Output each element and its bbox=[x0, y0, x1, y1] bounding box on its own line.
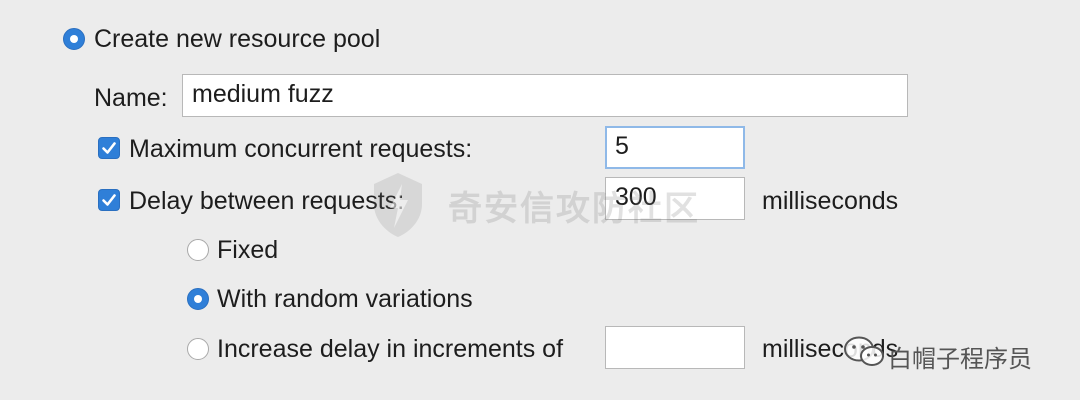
fixed-radio[interactable] bbox=[187, 239, 209, 261]
create-pool-label: Create new resource pool bbox=[94, 25, 381, 53]
delay-checkbox[interactable] bbox=[98, 189, 120, 211]
delay-label: Delay between requests: bbox=[129, 187, 405, 215]
max-concurrent-label: Maximum concurrent requests: bbox=[129, 135, 473, 163]
fixed-label: Fixed bbox=[217, 236, 279, 264]
footer-watermark-text: 白帽子程序员 bbox=[888, 346, 1032, 373]
name-label: Name: bbox=[94, 84, 168, 112]
name-input[interactable]: medium fuzz bbox=[182, 74, 908, 117]
max-concurrent-input[interactable]: 5 bbox=[605, 126, 745, 169]
max-concurrent-checkbox[interactable] bbox=[98, 137, 120, 159]
watermark-text: 奇安信攻防社区 bbox=[448, 190, 700, 228]
random-variations-radio[interactable] bbox=[187, 288, 209, 310]
wechat-icon bbox=[842, 334, 886, 370]
random-variations-label: With random variations bbox=[217, 285, 473, 313]
checkmark-icon bbox=[102, 142, 116, 154]
increase-delay-radio[interactable] bbox=[187, 338, 209, 360]
delay-unit-label: milliseconds bbox=[762, 187, 899, 215]
checkmark-icon bbox=[102, 194, 116, 206]
create-pool-radio[interactable] bbox=[63, 28, 85, 50]
increase-delay-label: Increase delay in increments of bbox=[217, 335, 564, 363]
watermark-logo-icon bbox=[370, 170, 426, 240]
increase-delay-input[interactable] bbox=[605, 326, 745, 369]
